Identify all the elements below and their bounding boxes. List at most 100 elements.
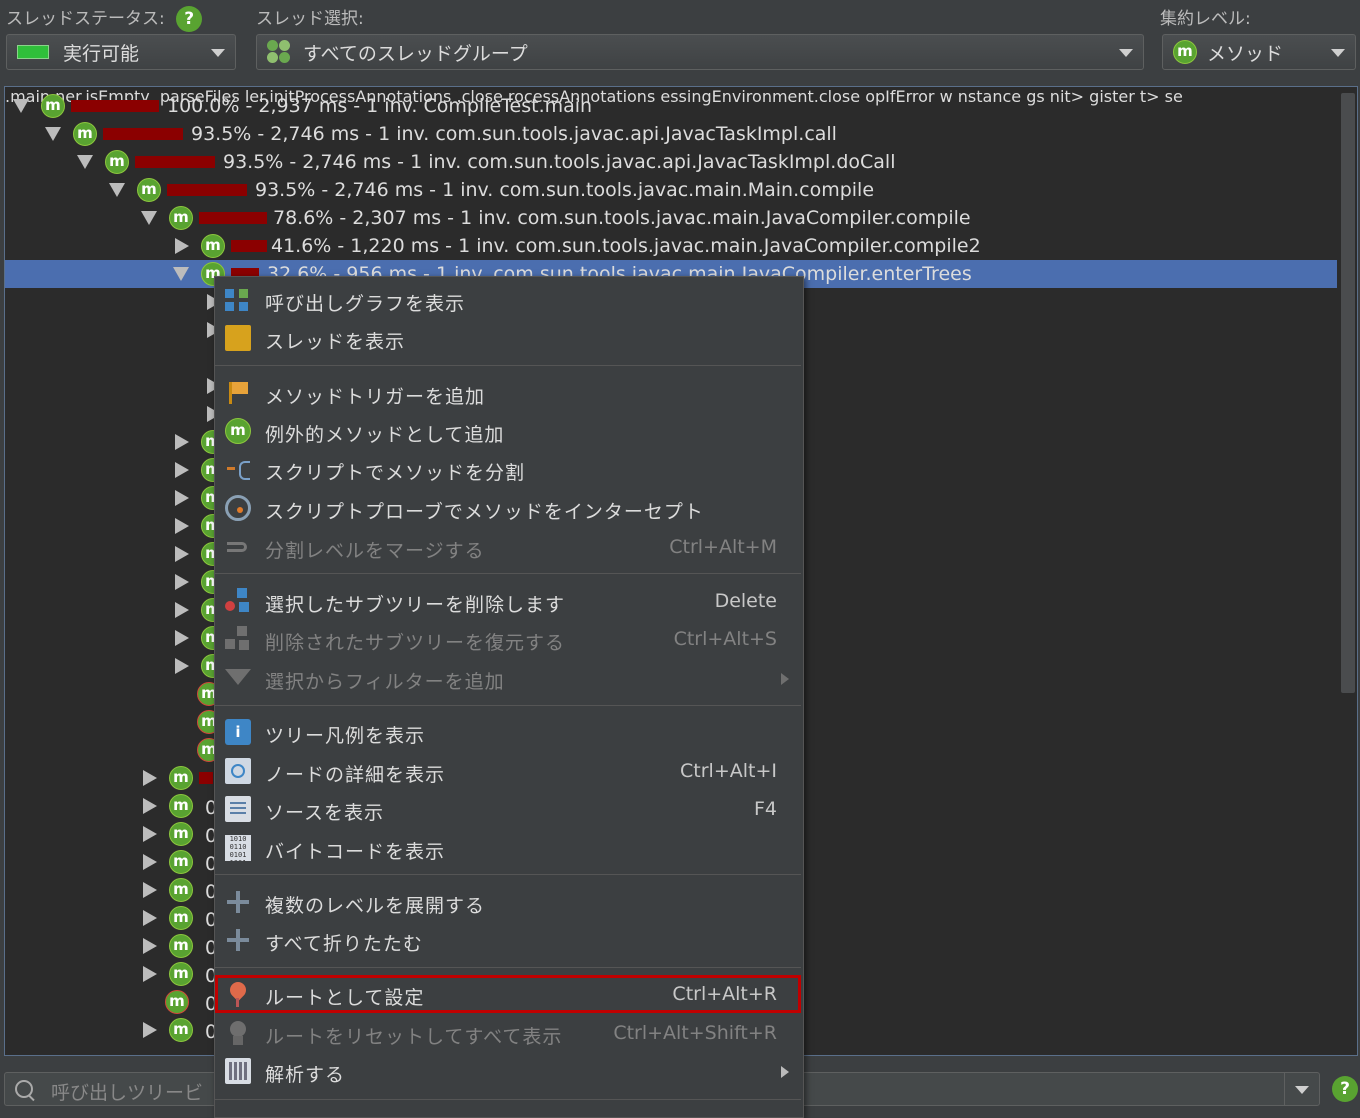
expand-toggle-icon[interactable] (175, 434, 189, 450)
menu-item-shortcut: F4 (753, 798, 777, 820)
menu-item-label: ノードの詳細を表示 (265, 764, 446, 786)
method-icon: m (41, 94, 65, 118)
thread-status-dropdown[interactable]: 実行可能 (6, 34, 236, 70)
method-icon: m (1173, 40, 1197, 64)
method-icon: m (169, 934, 193, 958)
menu-item-label: ルートとして設定 (265, 987, 425, 1009)
menu-item-label: スレッドを表示 (265, 331, 406, 353)
method-icon: m (169, 878, 193, 902)
menu-item-add-filter-from-selection[interactable]: 選択からフィルターを追加 (215, 659, 801, 697)
menu-item-show-thread[interactable]: スレッドを表示 (215, 319, 801, 357)
aggregation-level-value: メソッド (1207, 42, 1284, 65)
menu-item-expand-multiple-levels[interactable]: 複数のレベルを展開する (215, 883, 801, 921)
help-icon[interactable]: ? (176, 6, 203, 32)
collapse-toggle-icon[interactable] (109, 183, 125, 197)
tree-row[interactable]: m 41.6% - 1,220 ms - 1 inv. com.sun.tool… (5, 232, 1337, 260)
tree-row[interactable]: m 93.5% - 2,746 ms - 1 inv. com.sun.tool… (5, 148, 1337, 176)
menu-item-label: 呼び出しグラフを表示 (265, 293, 466, 315)
menu-item-reset-root[interactable]: ルートをリセットしてすべて表示 Ctrl+Alt+Shift+R (215, 1014, 801, 1052)
menu-item-show-tree-legend[interactable]: i ツリー凡例を表示 (215, 713, 801, 751)
menu-item-show-source[interactable]: ソースを表示 F4 (215, 790, 801, 828)
menu-item-merge-split-levels[interactable]: 分割レベルをマージする Ctrl+Alt+M (215, 528, 801, 566)
collapse-toggle-icon[interactable] (45, 127, 61, 141)
menu-item-analyze[interactable]: 解析する (215, 1052, 801, 1090)
expand-toggle-icon[interactable] (143, 826, 157, 842)
tree-row-label: 41.6% - 1,220 ms - 1 inv. com.sun.tools.… (271, 235, 981, 257)
method-icon: m (165, 990, 189, 1014)
menu-item-collapse-all[interactable]: すべて折りたたむ (215, 921, 801, 959)
expand-toggle-icon[interactable] (143, 1022, 157, 1038)
expand-toggle-icon[interactable] (143, 770, 157, 786)
search-placeholder: 呼び出しツリービ (51, 1082, 204, 1104)
expand-toggle-icon[interactable] (175, 602, 189, 618)
tree-row[interactable]: m 93.5% - 2,746 ms - 1 inv. com.sun.tool… (5, 120, 1337, 148)
method-icon: m (169, 906, 193, 930)
submenu-arrow-icon (781, 1066, 789, 1078)
filter-icon (225, 669, 251, 685)
menu-item-shortcut: Delete (714, 590, 777, 612)
menu-item-add-exceptional-method[interactable]: m 例外的メソッドとして追加 (215, 412, 801, 450)
menu-item-add-method-trigger[interactable]: メソッドトリガーを追加 (215, 374, 801, 412)
tree-row[interactable]: m 93.5% - 2,746 ms - 1 inv. com.sun.tool… (5, 176, 1337, 204)
thread-status-value: 実行可能 (63, 42, 140, 65)
menu-item-restore-subtree[interactable]: 削除されたサブツリーを復元する Ctrl+Alt+S (215, 620, 801, 658)
thread-select-dropdown[interactable]: すべてのスレッドグループ (256, 34, 1144, 70)
pin-icon (225, 981, 251, 1007)
tree-row[interactable]: m 100.0% - 2,937 ms - 1 inv. CompileTest… (5, 92, 1337, 120)
thread-select-value: すべてのスレッドグループ (303, 42, 528, 65)
menu-separator (215, 365, 801, 366)
menu-item-shortcut: Ctrl+Alt+M (669, 536, 777, 558)
help-icon[interactable]: ? (1332, 1076, 1358, 1102)
menu-separator (215, 705, 801, 706)
collapse-icon (225, 927, 251, 953)
expand-toggle-icon[interactable] (143, 798, 157, 814)
expand-toggle-icon[interactable] (175, 546, 189, 562)
menu-item-show-node-details[interactable]: ノードの詳細を表示 Ctrl+Alt+I (215, 752, 801, 790)
expand-toggle-icon[interactable] (175, 518, 189, 534)
chevron-down-icon (211, 49, 225, 57)
collapse-toggle-icon[interactable] (77, 155, 93, 169)
aggregation-level-dropdown[interactable]: m メソッド (1162, 34, 1356, 70)
tree-row-label: 93.5% - 2,746 ms - 1 inv. com.sun.tools.… (223, 151, 896, 173)
expand-toggle-icon[interactable] (143, 854, 157, 870)
expand-toggle-icon[interactable] (175, 574, 189, 590)
menu-separator (215, 1099, 801, 1100)
menu-item-show-bytecode[interactable]: 1010 0110 0101 1001 バイトコードを表示 (215, 829, 801, 867)
method-icon: m (169, 850, 193, 874)
expand-toggle-icon[interactable] (143, 910, 157, 926)
split-script-icon (225, 456, 251, 482)
collapse-toggle-icon[interactable] (13, 99, 29, 113)
menu-item-remove-subtree[interactable]: 選択したサブツリーを削除します Delete (215, 582, 801, 620)
thread-group-icon (267, 40, 291, 64)
vertical-scrollbar[interactable] (1341, 93, 1355, 693)
menu-item-label: スクリプトでメソッドを分割 (265, 462, 526, 484)
chevron-down-icon (1119, 49, 1133, 57)
expand-toggle-icon[interactable] (175, 238, 189, 254)
expand-toggle-icon[interactable] (143, 966, 157, 982)
menu-item-intercept-script-probe[interactable]: スクリプトプローブでメソッドをインターセプト (215, 489, 801, 527)
expand-toggle-icon[interactable] (175, 462, 189, 478)
expand-toggle-icon[interactable] (175, 658, 189, 674)
expand-toggle-icon[interactable] (175, 490, 189, 506)
expand-toggle-icon[interactable] (175, 630, 189, 646)
context-menu: 呼び出しグラフを表示 スレッドを表示 メソッドトリガーを追加 m 例外的メソッド… (214, 276, 804, 1118)
menu-item-label: 解析する (265, 1064, 346, 1086)
magnifier-document-icon (225, 758, 251, 784)
menu-item-show-call-graph[interactable]: 呼び出しグラフを表示 (215, 281, 801, 319)
reset-root-icon (225, 1020, 251, 1046)
menu-item-label: ツリー凡例を表示 (265, 725, 426, 747)
expand-toggle-icon[interactable] (143, 938, 157, 954)
menu-separator (215, 573, 801, 574)
menu-item-split-method-script[interactable]: スクリプトでメソッドを分割 (215, 450, 801, 488)
expand-toggle-icon[interactable] (143, 882, 157, 898)
method-icon: m (201, 234, 225, 258)
menu-item-label: すべて折りたたむ (265, 933, 423, 955)
tree-row[interactable]: m 78.6% - 2,307 ms - 1 inv. com.sun.tool… (5, 204, 1337, 232)
menu-item-label: バイトコードを表示 (265, 841, 446, 863)
collapse-toggle-icon[interactable] (173, 267, 189, 281)
probe-icon (225, 495, 251, 521)
menu-item-set-as-root[interactable]: ルートとして設定 Ctrl+Alt+R (215, 975, 801, 1013)
search-history-dropdown[interactable] (1284, 1073, 1319, 1105)
collapse-toggle-icon[interactable] (141, 211, 157, 225)
info-icon: i (225, 719, 251, 745)
